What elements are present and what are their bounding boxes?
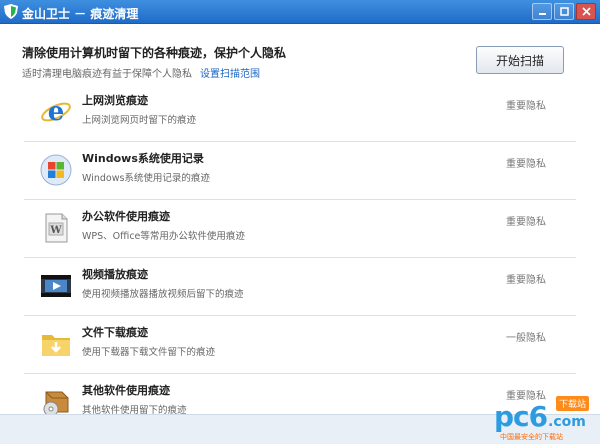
video-icon: [41, 275, 71, 297]
close-icon: [581, 7, 591, 16]
header-subtext: 适时清理电脑痕迹有益于保障个人隐私 设置扫描范围: [22, 65, 260, 80]
watermark-badge: 下载站: [556, 396, 590, 411]
minimize-button[interactable]: [532, 3, 552, 20]
shield-icon: [4, 4, 18, 19]
list-item[interactable]: 视频播放痕迹 使用视频播放器播放视频后留下的痕迹 重要隐私: [24, 258, 576, 316]
window-controls: [532, 3, 596, 20]
subtext-label: 适时清理电脑痕迹有益于保障个人隐私: [22, 69, 192, 80]
watermark-logo: pc6 .com 下载站 中国最安全的下载站: [494, 394, 598, 442]
privacy-level: 重要隐私: [506, 159, 546, 170]
settings-link[interactable]: 设置扫描范围: [200, 69, 260, 80]
maximize-button[interactable]: [554, 3, 574, 20]
privacy-level: 重要隐私: [506, 101, 546, 112]
windows-icon: [40, 154, 72, 186]
maximize-icon: [559, 7, 569, 16]
app-window: 金山卫士 － 痕迹清理 清除使用计算机时留下的各种痕迹，保护个人隐私 适时清理电…: [0, 0, 600, 444]
item-title: Windows系统使用记录: [82, 152, 204, 165]
minimize-icon: [538, 13, 546, 15]
privacy-level: 重要隐私: [506, 275, 546, 286]
privacy-level: 重要隐私: [506, 217, 546, 228]
item-title: 视频播放痕迹: [82, 268, 148, 281]
close-button[interactable]: [576, 3, 596, 20]
svg-text:W: W: [49, 225, 62, 236]
watermark-pc6: pc6: [494, 400, 548, 433]
item-title: 文件下载痕迹: [82, 326, 148, 339]
item-title: 其他软件使用痕迹: [82, 384, 170, 397]
list-item[interactable]: W 办公软件使用痕迹 WPS、Office等常用办公软件使用痕迹 重要隐私: [24, 200, 576, 258]
item-desc: 使用视频播放器播放视频后留下的痕迹: [82, 289, 244, 300]
download-folder-icon: [42, 335, 70, 356]
item-desc: Windows系统使用记录的痕迹: [82, 173, 210, 184]
privacy-level: 一般隐私: [506, 333, 546, 344]
list-item[interactable]: 文件下载痕迹 使用下载器下载文件留下的痕迹 一般隐私: [24, 316, 576, 374]
item-title: 办公软件使用痕迹: [82, 210, 170, 223]
title-bar[interactable]: 金山卫士 － 痕迹清理: [0, 0, 600, 24]
window-title: 金山卫士 － 痕迹清理: [22, 7, 139, 21]
watermark-tagline: 中国最安全的下载站: [500, 433, 563, 441]
page-headline: 清除使用计算机时留下的各种痕迹，保护个人隐私: [22, 46, 287, 60]
list-item[interactable]: e 上网浏览痕迹 上网浏览网页时留下的痕迹 重要隐私: [24, 84, 576, 142]
item-desc: 上网浏览网页时留下的痕迹: [82, 115, 197, 126]
svg-text:e: e: [48, 97, 65, 127]
trace-list: e 上网浏览痕迹 上网浏览网页时留下的痕迹 重要隐私 Windows系统使用记录…: [24, 84, 576, 431]
item-desc: WPS、Office等常用办公软件使用痕迹: [82, 231, 245, 242]
ie-icon: e: [41, 97, 71, 127]
item-title: 上网浏览痕迹: [82, 94, 148, 107]
start-scan-button[interactable]: 开始扫描: [476, 46, 564, 74]
watermark-domain: .com: [548, 414, 586, 430]
item-desc: 使用下载器下载文件留下的痕迹: [82, 347, 216, 358]
document-icon: W: [45, 213, 68, 243]
list-item[interactable]: Windows系统使用记录 Windows系统使用记录的痕迹 重要隐私: [24, 142, 576, 200]
